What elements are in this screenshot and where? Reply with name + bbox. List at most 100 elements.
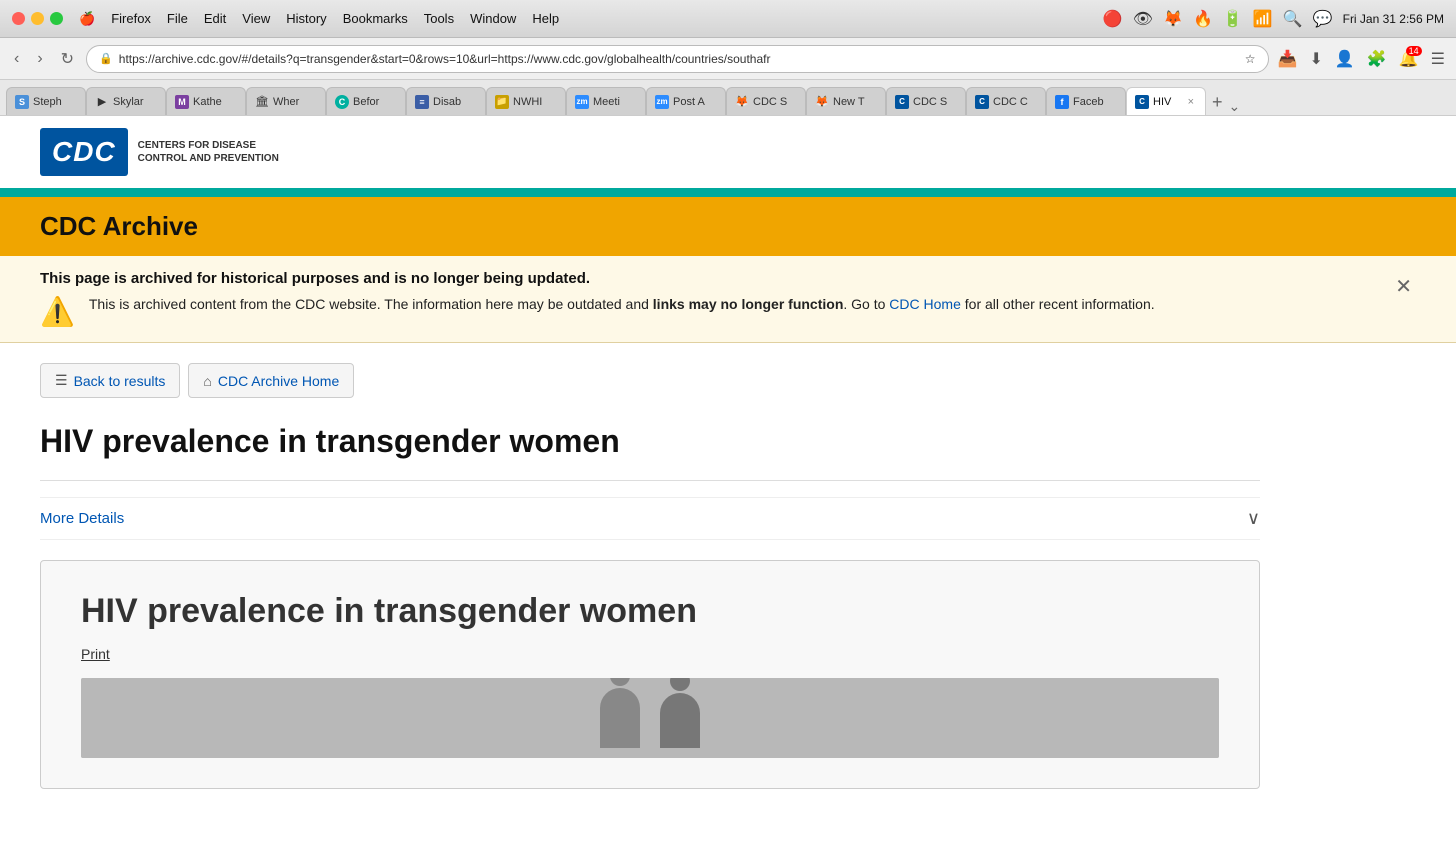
menu-edit[interactable]: Edit	[204, 11, 226, 27]
tab-favicon-post: zm	[655, 95, 669, 109]
cdc-logo-text: CDC	[52, 136, 116, 168]
notification-icon: 💬	[1313, 9, 1333, 29]
tab-label: CDC S	[913, 96, 957, 108]
archive-home-button[interactable]: ⌂ CDC Archive Home	[188, 363, 354, 398]
tab-new-t[interactable]: 🦊 New T	[806, 87, 886, 115]
profile-icon[interactable]: 👤	[1332, 46, 1358, 72]
card-inner: HIV prevalence in transgender women Prin…	[41, 561, 1259, 788]
refresh-button[interactable]: ↻	[55, 45, 80, 73]
cdc-logo-label: CENTERS FOR DISEASE CONTROL AND PREVENTI…	[138, 139, 279, 165]
zoom-icon: 🔴	[1103, 9, 1123, 29]
forward-nav-button[interactable]: ›	[31, 46, 48, 72]
warning-body: This is archived content from the CDC we…	[89, 293, 1155, 315]
menu-firefox[interactable]: Firefox	[111, 11, 151, 27]
notifications-badge[interactable]: 🔔14	[1396, 46, 1422, 72]
firefox-icon: 🦊	[1163, 9, 1183, 29]
tab-favicon-faceb: f	[1055, 95, 1069, 109]
tab-befor[interactable]: C Befor	[326, 87, 406, 115]
battery-icon: 🔋	[1223, 9, 1243, 29]
menu-bookmarks[interactable]: Bookmarks	[343, 11, 408, 27]
flame-icon: 🔥	[1193, 9, 1213, 29]
page-content: CDC CENTERS FOR DISEASE CONTROL AND PREV…	[0, 116, 1456, 834]
pocket-icon[interactable]: 📥	[1275, 46, 1301, 72]
tab-hiv[interactable]: C HIV ×	[1126, 87, 1206, 115]
tab-cdc-c[interactable]: C CDC C	[966, 87, 1046, 115]
menu-history[interactable]: History	[286, 11, 326, 27]
menu-tools[interactable]: Tools	[424, 11, 454, 27]
archive-title: CDC Archive	[40, 211, 1416, 242]
tab-favicon-befor: C	[335, 95, 349, 109]
tab-kathe[interactable]: M Kathe	[166, 87, 246, 115]
tab-disab[interactable]: ≡ Disab	[406, 87, 486, 115]
bookmark-star-icon[interactable]: ☆	[1245, 52, 1256, 66]
more-details-label: More Details	[40, 510, 124, 527]
tab-wher[interactable]: 🏛 Wher	[246, 87, 326, 115]
tab-steph[interactable]: S Steph	[6, 87, 86, 115]
tab-meeti[interactable]: zm Meeti	[566, 87, 646, 115]
menu-help[interactable]: Help	[532, 11, 559, 27]
titlebar-right: 🔴 👁 🦊 🔥 🔋 📶 🔍 💬 Fri Jan 31 2:56 PM	[1103, 9, 1444, 29]
minimize-button[interactable]	[31, 12, 44, 25]
menu-bar: 🍎 Firefox File Edit View History Bookmar…	[79, 11, 559, 27]
close-button[interactable]	[12, 12, 25, 25]
tab-favicon-meeti: zm	[575, 95, 589, 109]
tabs-bar: S Steph ▶ Skylar M Kathe 🏛 Wher C Befor …	[0, 80, 1456, 116]
warning-main-label: This page is archived for historical pur…	[40, 270, 1155, 287]
cdc-logo: CDC CENTERS FOR DISEASE CONTROL AND PREV…	[40, 128, 279, 176]
extension-icon[interactable]: 🧩	[1364, 46, 1390, 72]
screen-icon: 👁	[1133, 9, 1153, 29]
tab-label: Kathe	[193, 96, 237, 108]
menu-window[interactable]: Window	[470, 11, 516, 27]
menu-view[interactable]: View	[242, 11, 270, 27]
tab-nwhi[interactable]: 📁 NWHI	[486, 87, 566, 115]
tab-favicon-skylar: ▶	[95, 95, 109, 109]
titlebar: 🍎 Firefox File Edit View History Bookmar…	[0, 0, 1456, 38]
tab-favicon-nwhi: 📁	[495, 95, 509, 109]
new-tab-button[interactable]: +	[1206, 90, 1229, 115]
more-details-toggle[interactable]: More Details ∨	[40, 497, 1260, 540]
tab-label: Faceb	[1073, 96, 1117, 108]
warning-main-text: This page is archived for historical pur…	[40, 270, 1155, 328]
tab-favicon-hiv: C	[1135, 95, 1149, 109]
archive-warning-content: This page is archived for historical pur…	[40, 270, 1391, 328]
tab-favicon-cdc-s2: C	[895, 95, 909, 109]
window-controls	[12, 12, 63, 25]
system-time: Fri Jan 31 2:56 PM	[1343, 12, 1444, 26]
tabs-overflow-button[interactable]: ⌄	[1229, 98, 1241, 115]
toolbar-icons: 📥 ⬇ 👤 🧩 🔔14 ☰	[1275, 46, 1448, 72]
maximize-button[interactable]	[50, 12, 63, 25]
tab-label: HIV	[1153, 96, 1181, 108]
tab-favicon-cdc-s1: 🦊	[735, 95, 749, 109]
archive-warning: This page is archived for historical pur…	[0, 256, 1456, 343]
cdc-home-link[interactable]: CDC Home	[889, 296, 961, 312]
tab-post[interactable]: zm Post A	[646, 87, 726, 115]
tab-label: Wher	[273, 96, 317, 108]
page-title: HIV prevalence in transgender women	[40, 422, 1260, 460]
tab-label: CDC C	[993, 96, 1037, 108]
back-to-results-button[interactable]: ☰ Back to results	[40, 363, 180, 398]
back-nav-button[interactable]: ‹	[8, 46, 25, 72]
menu-apple[interactable]: 🍎	[79, 11, 95, 27]
title-divider	[40, 480, 1260, 481]
tab-label: Steph	[33, 96, 77, 108]
warning-triangle-icon: ⚠️	[40, 295, 75, 328]
menu-button[interactable]: ☰	[1428, 46, 1448, 72]
wifi-icon: 📶	[1253, 9, 1273, 29]
tab-faceb[interactable]: f Faceb	[1046, 87, 1126, 115]
search-icon[interactable]: 🔍	[1283, 9, 1303, 29]
tab-cdc-s1[interactable]: 🦊 CDC S	[726, 87, 806, 115]
print-link[interactable]: Print	[81, 646, 110, 662]
card-image	[81, 678, 1219, 758]
tab-label: Befor	[353, 96, 397, 108]
tab-cdc-s2[interactable]: C CDC S	[886, 87, 966, 115]
tab-close-icon[interactable]: ×	[1185, 95, 1197, 109]
tab-label: NWHI	[513, 96, 557, 108]
menu-file[interactable]: File	[167, 11, 188, 27]
close-warning-button[interactable]: ✕	[1391, 270, 1416, 303]
download-icon[interactable]: ⬇	[1306, 46, 1325, 72]
address-bar[interactable]: 🔒 https://archive.cdc.gov/#/details?q=tr…	[86, 45, 1269, 73]
cdc-logo-box: CDC	[40, 128, 128, 176]
tab-skylar[interactable]: ▶ Skylar	[86, 87, 166, 115]
tab-favicon-disab: ≡	[415, 95, 429, 109]
content-card: HIV prevalence in transgender women Prin…	[40, 560, 1260, 789]
